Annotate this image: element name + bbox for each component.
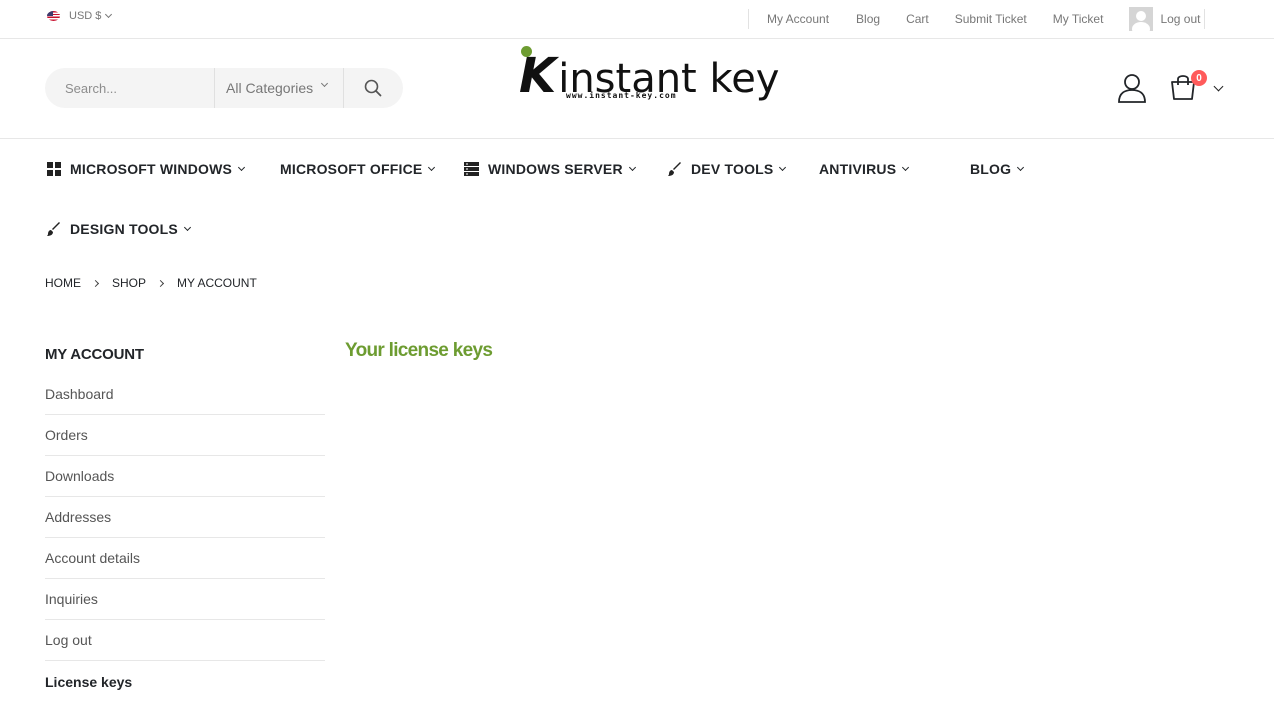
- chevron-down-icon: [105, 10, 113, 19]
- log-out-link[interactable]: Log out: [1129, 7, 1200, 31]
- breadcrumb-home[interactable]: HOME: [45, 276, 81, 290]
- sidebar-item-addresses[interactable]: Addresses: [45, 497, 325, 538]
- my-ticket-link[interactable]: My Ticket: [1053, 12, 1104, 26]
- sidebar-item-downloads[interactable]: Downloads: [45, 456, 325, 497]
- submit-ticket-link[interactable]: Submit Ticket: [955, 12, 1027, 26]
- nav-design-tools[interactable]: DESIGN TOOLS: [47, 221, 191, 237]
- breadcrumb-current: MY ACCOUNT: [177, 276, 257, 290]
- windows-icon: [47, 162, 61, 176]
- divider: [748, 9, 749, 29]
- sidebar-item-inquiries[interactable]: Inquiries: [45, 579, 325, 620]
- sidebar-item-log-out[interactable]: Log out: [45, 620, 325, 661]
- chevron-down-icon: [428, 163, 436, 172]
- sidebar-item-account-details[interactable]: Account details: [45, 538, 325, 579]
- nav-label: DEV TOOLS: [691, 161, 774, 177]
- log-out-label: Log out: [1160, 12, 1201, 26]
- search-button[interactable]: [344, 68, 402, 108]
- nav-label: MICROSOFT OFFICE: [280, 161, 423, 177]
- chevron-down-icon: [779, 163, 787, 172]
- nav-antivirus[interactable]: ANTIVIRUS: [819, 161, 910, 177]
- category-label: All Categories: [226, 80, 314, 96]
- nav-label: WINDOWS SERVER: [488, 161, 623, 177]
- nav-microsoft-windows[interactable]: MICROSOFT WINDOWS: [47, 161, 246, 177]
- category-select[interactable]: All Categories: [214, 68, 344, 108]
- chevron-down-icon: [902, 163, 910, 172]
- search-input[interactable]: [45, 68, 214, 108]
- logo-url: www.instant-key.com: [566, 91, 677, 100]
- us-flag-icon: [47, 11, 60, 21]
- brush-icon: [47, 222, 61, 236]
- nav-blog[interactable]: BLOG: [970, 161, 1025, 177]
- search-bar: All Categories: [45, 68, 403, 108]
- user-icon[interactable]: [1117, 73, 1147, 103]
- nav-label: BLOG: [970, 161, 1012, 177]
- chevron-down-icon[interactable]: [1213, 81, 1224, 92]
- divider: [1204, 9, 1206, 29]
- page-title: Your license keys: [345, 340, 493, 361]
- sidebar-item-dashboard[interactable]: Dashboard: [45, 374, 325, 415]
- nav-label: MICROSOFT WINDOWS: [70, 161, 233, 177]
- sidebar-item-orders[interactable]: Orders: [45, 415, 325, 456]
- chevron-right-icon: [91, 279, 100, 287]
- chevron-down-icon: [628, 163, 636, 172]
- chevron-right-icon: [156, 279, 165, 287]
- site-logo[interactable]: Kinstant key www.instant-key.com: [519, 45, 779, 104]
- cart-count-badge: 0: [1191, 70, 1207, 86]
- nav-label: DESIGN TOOLS: [70, 221, 178, 237]
- breadcrumb-shop[interactable]: SHOP: [112, 276, 146, 290]
- nav-microsoft-office[interactable]: MICROSOFT OFFICE: [280, 161, 436, 177]
- brush-icon: [668, 162, 682, 176]
- avatar: [1129, 7, 1154, 31]
- sidebar-item-license-keys[interactable]: License keys: [45, 661, 325, 702]
- chevron-down-icon: [183, 223, 191, 232]
- top-bar: USD $ My Account Blog Cart Submit Ticket…: [0, 0, 1274, 39]
- currency-switcher[interactable]: USD $: [47, 10, 113, 22]
- nav-dev-tools[interactable]: DEV TOOLS: [668, 161, 787, 177]
- account-menu: Dashboard Orders Downloads Addresses Acc…: [45, 374, 325, 702]
- chevron-down-icon: [1017, 163, 1025, 172]
- chevron-down-icon: [320, 79, 329, 88]
- currency-label: USD $: [69, 10, 102, 22]
- top-links: My Account Blog Cart Submit Ticket My Ti…: [748, 0, 1206, 38]
- my-account-link[interactable]: My Account: [767, 12, 829, 26]
- nav-windows-server[interactable]: WINDOWS SERVER: [464, 161, 636, 177]
- blog-link[interactable]: Blog: [856, 12, 880, 26]
- chevron-down-icon: [238, 163, 246, 172]
- sidebar-title: MY ACCOUNT: [45, 346, 144, 363]
- server-icon: [464, 162, 479, 176]
- nav-label: ANTIVIRUS: [819, 161, 897, 177]
- breadcrumb: HOME SHOP MY ACCOUNT: [45, 276, 257, 290]
- cart-link[interactable]: Cart: [906, 12, 929, 26]
- search-icon: [364, 79, 382, 97]
- site-header: All Categories Kinstant key www.instant-…: [0, 39, 1274, 139]
